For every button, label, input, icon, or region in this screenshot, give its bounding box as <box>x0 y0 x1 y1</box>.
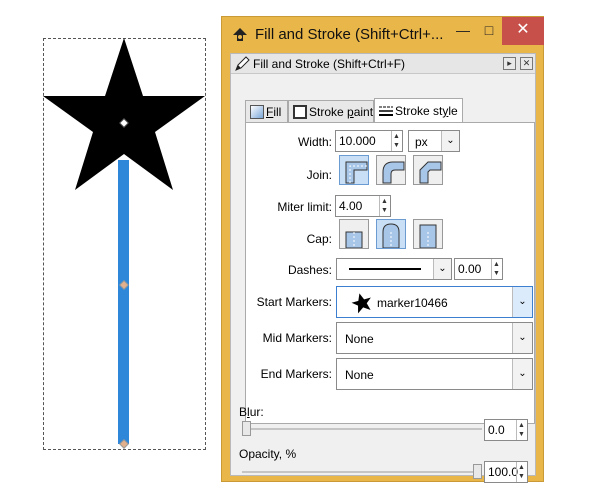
opacity-slider-thumb[interactable] <box>473 464 482 479</box>
close-button[interactable]: ✕ <box>502 17 544 45</box>
dialog-dock: Fill and Stroke (Shift+Ctrl+F) ▸ ✕ Fill … <box>230 53 536 483</box>
width-label: Width: <box>297 135 332 149</box>
cap-label: Cap: <box>306 232 332 246</box>
tab-stroke-style[interactable]: Stroke style <box>374 98 463 123</box>
window-title: Fill and Stroke (Shift+Ctrl+... <box>255 26 444 43</box>
maximize-icon: □ <box>484 22 494 38</box>
mid-markers-label: Mid Markers: <box>262 331 332 345</box>
dock-close-button[interactable]: ✕ <box>520 57 533 70</box>
chevron-down-icon[interactable]: ⌄ <box>433 259 451 279</box>
blur-spinbox[interactable]: 0.0 ▲ ▼ <box>484 419 528 441</box>
fill-stroke-window: Fill and Stroke (Shift+Ctrl+... — □ ✕ Fi… <box>221 16 544 483</box>
butt-cap-button[interactable] <box>339 219 369 249</box>
chevron-down-icon[interactable]: ⌄ <box>512 287 532 317</box>
minimize-button[interactable]: — <box>450 17 476 45</box>
spin-up-icon[interactable]: ▲ <box>393 133 400 140</box>
chevron-down-icon[interactable]: ⌄ <box>512 359 532 389</box>
spin-down-icon[interactable]: ▼ <box>381 207 388 214</box>
round-join-button[interactable] <box>376 155 406 185</box>
square-cap-button[interactable] <box>413 219 443 249</box>
spin-up-icon[interactable]: ▲ <box>518 422 525 429</box>
minimize-icon: — <box>456 22 470 38</box>
close-icon: ✕ <box>522 58 531 68</box>
round-cap-icon <box>382 223 400 249</box>
star-wand-drawing[interactable] <box>0 0 220 470</box>
spin-up-icon[interactable]: ▲ <box>381 198 388 205</box>
dock-float-button[interactable]: ▸ <box>503 57 516 70</box>
inkscape-app-icon <box>233 28 247 41</box>
width-spinbox[interactable]: 10.000 ▲ ▼ <box>335 130 403 152</box>
tab-stroke-paint[interactable]: Stroke paint <box>288 100 374 122</box>
blur-label: Blur: <box>239 405 264 419</box>
dash-pattern-select[interactable]: ⌄ <box>336 258 452 280</box>
stroke-paint-icon <box>293 105 307 119</box>
opacity-spinbox[interactable]: 100.0 ▲ ▼ <box>484 461 528 483</box>
square-cap-icon <box>419 224 437 249</box>
spin-up-icon[interactable]: ▲ <box>518 464 525 471</box>
star-marker-icon <box>351 293 371 314</box>
dashes-label: Dashes: <box>287 263 332 277</box>
close-icon: ✕ <box>516 21 530 38</box>
unit-select[interactable]: px ⌄ <box>408 130 460 152</box>
chevron-down-icon[interactable]: ⌄ <box>512 323 532 353</box>
dash-offset-spinbox[interactable]: 0.00 ▲ ▼ <box>454 258 503 280</box>
join-label: Join: <box>306 168 332 182</box>
spin-down-icon[interactable]: ▼ <box>518 431 525 438</box>
opacity-label: Opacity, % <box>239 447 297 461</box>
chevron-down-icon[interactable]: ⌄ <box>441 131 459 151</box>
miter-limit-label: Miter limit: <box>277 200 332 214</box>
dock-title: Fill and Stroke (Shift+Ctrl+F) <box>253 57 406 71</box>
blur-slider-track[interactable] <box>242 428 482 430</box>
tab-fill[interactable]: Fill <box>245 100 288 122</box>
start-markers-label: Start Markers: <box>256 295 332 309</box>
stroke-style-panel: Width: 10.000 ▲ ▼ px ⌄ Join: Miter limit… <box>245 122 535 424</box>
window-titlebar[interactable]: Fill and Stroke (Shift+Ctrl+... — □ ✕ <box>222 17 544 53</box>
opacity-slider-track[interactable] <box>242 471 482 473</box>
stroke-style-icon <box>379 106 393 116</box>
miter-join-icon <box>345 161 368 184</box>
blur-slider-thumb[interactable] <box>242 421 251 436</box>
miter-limit-spinbox[interactable]: 4.00 ▲ ▼ <box>335 195 391 217</box>
butt-cap-icon <box>345 231 363 249</box>
end-markers-select[interactable]: None ⌄ <box>336 358 533 390</box>
end-markers-label: End Markers: <box>260 367 332 381</box>
wand-stick[interactable] <box>118 160 129 444</box>
spin-down-icon[interactable]: ▼ <box>393 142 400 149</box>
bevel-join-icon <box>419 161 442 184</box>
round-join-icon <box>382 161 405 184</box>
mid-markers-select[interactable]: None ⌄ <box>336 322 533 354</box>
play-arrow-icon: ▸ <box>507 58 512 68</box>
miter-join-button[interactable] <box>339 155 369 185</box>
start-markers-select[interactable]: marker10466 ⌄ <box>336 286 533 318</box>
bevel-join-button[interactable] <box>413 155 443 185</box>
spin-down-icon[interactable]: ▼ <box>518 473 525 480</box>
spin-up-icon[interactable]: ▲ <box>493 261 500 268</box>
spin-down-icon[interactable]: ▼ <box>493 270 500 277</box>
fill-icon <box>250 105 264 119</box>
pen-icon <box>235 56 250 71</box>
round-cap-button[interactable] <box>376 219 406 249</box>
solid-line-preview <box>349 268 421 270</box>
dock-header[interactable]: Fill and Stroke (Shift+Ctrl+F) ▸ ✕ <box>231 54 535 74</box>
maximize-button[interactable]: □ <box>476 17 502 45</box>
